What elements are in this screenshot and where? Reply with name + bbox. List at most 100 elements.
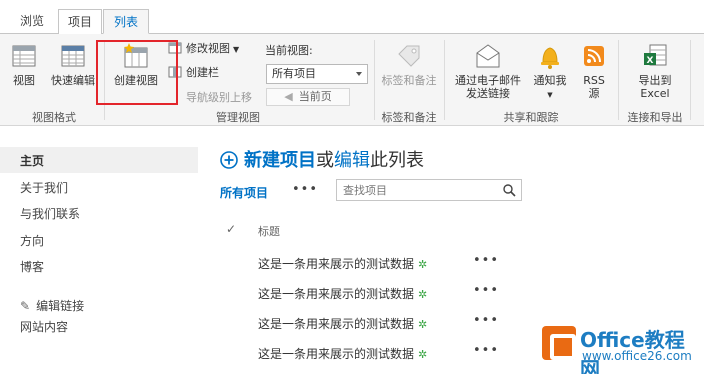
search-icon[interactable] <box>502 183 516 197</box>
new-item-link[interactable]: 新建项目 <box>244 150 316 171</box>
tab-items[interactable]: 项目 <box>58 9 102 34</box>
group-label-tags-notes: 标签和备注 <box>381 111 437 124</box>
edit-links-label: 编辑链接 <box>36 299 85 313</box>
rss-line1: RSS <box>583 74 605 87</box>
tag-icon <box>398 45 420 67</box>
more-options-button[interactable]: ••• <box>292 182 318 197</box>
create-view-button[interactable]: 创建视图 <box>108 42 164 87</box>
tab-browse[interactable]: 浏览 <box>10 9 54 34</box>
item-menu-button[interactable]: ••• <box>473 283 499 298</box>
watermark-url: www.office26.com <box>582 349 692 363</box>
modify-view-icon <box>168 42 182 54</box>
current-page-pager[interactable]: ◀ 当前页 <box>266 88 350 106</box>
rss-icon <box>584 46 604 66</box>
group-label-manage-views: 管理视图 <box>216 111 260 124</box>
export-line1: 导出到 <box>638 74 672 87</box>
view-button[interactable]: 视图 <box>6 42 42 87</box>
select-all-checkmark[interactable]: ✓ <box>226 222 236 236</box>
list-item[interactable]: 这是一条用来展示的测试数据 ✲ <box>258 285 427 303</box>
current-view-value: 所有项目 <box>272 67 316 80</box>
nav-item-directions[interactable]: 方向 <box>20 232 44 249</box>
create-view-icon <box>124 43 148 68</box>
search-input[interactable] <box>337 180 497 200</box>
nav-item-blog[interactable]: 博客 <box>20 258 44 275</box>
nav-item-about[interactable]: 关于我们 <box>20 179 68 196</box>
group-divider <box>618 40 619 120</box>
new-item-icon: ✲ <box>418 288 428 301</box>
modify-view-button[interactable]: 修改视图 ▼ <box>168 40 239 58</box>
export-excel-button[interactable]: X 导出到 Excel <box>626 42 684 100</box>
nav-item-home[interactable]: 主页 <box>20 152 44 169</box>
watermark: Office教程网 www.office26.com <box>528 322 700 374</box>
bell-icon <box>541 47 559 69</box>
quick-edit-button[interactable]: 快速编辑 <box>46 42 100 87</box>
svg-text:X: X <box>647 56 654 66</box>
view-button-label: 视图 <box>13 74 35 87</box>
tags-notes-label: 标签和备注 <box>381 74 437 87</box>
column-header-title[interactable]: 标题 <box>258 223 280 239</box>
rss-line2: 源 <box>588 87 600 100</box>
rss-feed-button[interactable]: RSS 源 <box>576 42 612 100</box>
current-page-label: 当前页 <box>298 90 332 103</box>
group-divider <box>374 40 375 120</box>
nav-item-site-contents[interactable]: 网站内容 <box>20 318 68 335</box>
group-label-view-format: 视图格式 <box>32 111 76 124</box>
modify-view-label: 修改视图 <box>186 42 230 55</box>
item-title[interactable]: 这是一条用来展示的测试数据 <box>258 257 414 271</box>
navigate-up-button[interactable]: 导航级别上移 <box>168 89 252 107</box>
view-all-items[interactable]: 所有项目 <box>220 184 268 201</box>
add-circle-icon[interactable] <box>220 151 238 169</box>
list-item[interactable]: 这是一条用来展示的测试数据 ✲ <box>258 345 427 363</box>
dropdown-arrow-icon <box>356 72 362 76</box>
search-box <box>336 179 522 201</box>
create-column-label: 创建栏 <box>186 66 219 79</box>
title-rest: 此列表 <box>370 150 424 171</box>
nav-item-contact[interactable]: 与我们联系 <box>20 205 80 222</box>
create-column-button[interactable]: 创建栏 <box>168 64 219 82</box>
edit-links-link[interactable]: ✎ 编辑链接 <box>20 297 84 314</box>
group-label-connect-export: 连接和导出 <box>627 111 683 124</box>
navigate-up-label: 导航级别上移 <box>186 91 252 104</box>
item-title[interactable]: 这是一条用来展示的测试数据 <box>258 347 414 361</box>
item-menu-button[interactable]: ••• <box>473 343 499 358</box>
create-view-label: 创建视图 <box>114 74 158 87</box>
tags-notes-button[interactable]: 标签和备注 <box>378 42 440 87</box>
chevron-down-icon: ▼ <box>233 45 240 54</box>
group-divider <box>690 40 691 120</box>
item-menu-button[interactable]: ••• <box>473 253 499 268</box>
email-link-button[interactable]: 通过电子邮件 发送链接 <box>448 42 528 100</box>
page-title: 新建项目或编辑此列表 <box>220 146 424 172</box>
item-menu-button[interactable]: ••• <box>473 313 499 328</box>
item-title[interactable]: 这是一条用来展示的测试数据 <box>258 317 414 331</box>
alert-me-button[interactable]: 通知我 ▼ <box>530 42 570 102</box>
excel-icon: X <box>644 44 667 66</box>
edit-list-link[interactable]: 编辑 <box>334 150 370 171</box>
new-item-icon: ✲ <box>418 318 428 331</box>
export-line2: Excel <box>640 87 670 100</box>
group-divider <box>104 40 105 120</box>
list-item[interactable]: 这是一条用来展示的测试数据 ✲ <box>258 255 427 273</box>
prev-page-icon: ◀ <box>284 90 293 103</box>
pencil-icon: ✎ <box>20 299 31 313</box>
envelope-icon <box>476 44 500 68</box>
chevron-down-icon: ▼ <box>547 91 553 99</box>
item-title[interactable]: 这是一条用来展示的测试数据 <box>258 287 414 301</box>
quick-edit-label: 快速编辑 <box>51 74 95 87</box>
create-column-icon <box>168 66 182 78</box>
ribbon-tab-bar: 浏览 项目 列表 <box>0 0 704 34</box>
new-item-icon: ✲ <box>418 258 428 271</box>
tab-list[interactable]: 列表 <box>103 9 149 34</box>
title-or: 或 <box>316 150 334 171</box>
list-view-icon <box>12 45 36 67</box>
current-view-select[interactable]: 所有项目 <box>266 64 368 84</box>
email-link-line2: 发送链接 <box>466 87 510 100</box>
datasheet-grid-icon <box>61 45 85 67</box>
group-label-share-track: 共享和跟踪 <box>503 111 559 124</box>
email-link-line1: 通过电子邮件 <box>455 74 521 87</box>
new-item-icon: ✲ <box>418 348 428 361</box>
alert-me-label: 通知我 <box>533 74 567 87</box>
office-logo-icon <box>542 326 576 360</box>
list-item[interactable]: 这是一条用来展示的测试数据 ✲ <box>258 315 427 333</box>
group-divider <box>444 40 445 120</box>
current-view-label: 当前视图: <box>265 44 313 57</box>
